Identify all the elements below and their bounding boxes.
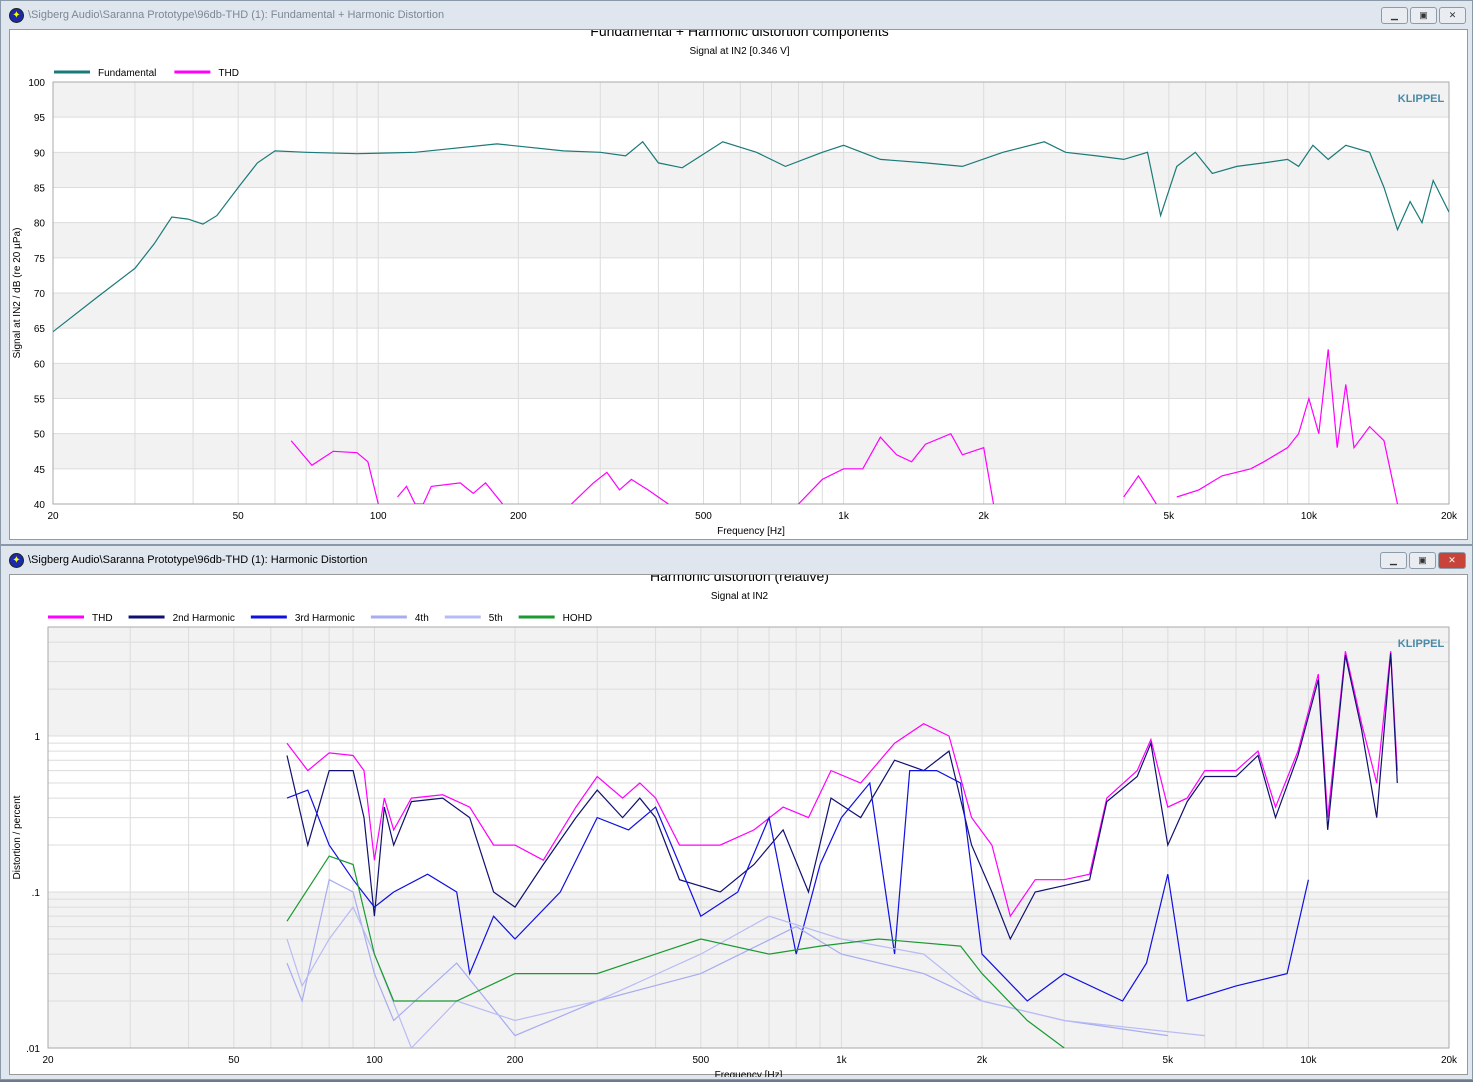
minimize-button[interactable]: ▁ <box>1381 7 1408 24</box>
grid-band <box>53 433 1449 469</box>
chart-title: Harmonic distortion (relative) <box>650 575 829 584</box>
x-tick-label: 200 <box>510 511 527 522</box>
x-axis-label: Frequency [Hz] <box>715 1070 783 1077</box>
y-tick-label: .01 <box>26 1044 40 1055</box>
maximize-button[interactable]: ▣ <box>1410 7 1437 24</box>
y-tick-label: 90 <box>34 148 46 159</box>
y-tick-label: 80 <box>34 219 46 230</box>
series-line-thd <box>570 471 669 504</box>
legend-label: 5th <box>489 613 503 624</box>
x-tick-label: 10k <box>1300 1055 1317 1066</box>
grid-band <box>53 293 1449 329</box>
y-axis-label: Distortion / percent <box>12 795 23 879</box>
x-tick-label: 2k <box>977 1055 989 1066</box>
x-tick-label: 200 <box>507 1055 524 1066</box>
legend-label: Fundamental <box>98 68 156 79</box>
grid-band <box>48 627 1449 737</box>
x-tick-label: 20k <box>1441 1055 1458 1066</box>
x-tick-label: 20k <box>1441 511 1458 522</box>
y-tick-label: 1 <box>34 732 40 743</box>
grid-band <box>48 892 1449 1048</box>
close-button[interactable]: ✕ <box>1438 552 1466 569</box>
y-tick-label: 95 <box>34 113 46 124</box>
y-tick-label: 45 <box>34 465 46 476</box>
title-bar[interactable]: ✦ \Sigberg Audio\Saranna Prototype\96db-… <box>1 546 1472 574</box>
y-tick-label: 60 <box>34 359 46 370</box>
series-line-thd <box>1123 474 1157 504</box>
klippel-logo: KLIPPEL <box>1398 93 1445 105</box>
x-tick-label: 20 <box>42 1055 54 1066</box>
y-tick-label: 100 <box>28 78 45 89</box>
x-tick-label: 500 <box>695 511 712 522</box>
window-title: \Sigberg Audio\Saranna Prototype\96db-TH… <box>28 554 368 566</box>
app-icon: ✦ <box>9 7 24 23</box>
legend-label: 3rd Harmonic <box>295 613 355 624</box>
y-tick-label: .1 <box>32 888 41 899</box>
x-tick-label: 2k <box>978 511 990 522</box>
x-tick-label: 5k <box>1163 1055 1175 1066</box>
title-bar[interactable]: ✦ \Sigberg Audio\Saranna Prototype\96db-… <box>1 1 1472 29</box>
y-tick-label: 40 <box>34 500 46 511</box>
grid-band <box>53 82 1449 118</box>
series-line-thd <box>397 482 504 504</box>
x-tick-label: 10k <box>1301 511 1318 522</box>
legend-label: THD <box>218 68 239 79</box>
x-axis-label: Frequency [Hz] <box>717 526 785 537</box>
app-icon: ✦ <box>9 552 24 568</box>
x-tick-label: 500 <box>692 1055 709 1066</box>
y-tick-label: 70 <box>34 289 46 300</box>
legend-label: THD <box>92 613 113 624</box>
close-button[interactable]: ✕ <box>1439 7 1466 24</box>
legend-label: 4th <box>415 613 429 624</box>
y-axis-label: Signal at IN2 / dB (re 20 µPa) <box>12 228 23 359</box>
window-title: \Sigberg Audio\Saranna Prototype\96db-TH… <box>28 9 445 21</box>
chart-subtitle: Signal at IN2 [0.346 V] <box>689 46 789 57</box>
y-tick-label: 50 <box>34 430 46 441</box>
y-tick-label: 65 <box>34 324 46 335</box>
chart-subtitle: Signal at IN2 <box>711 591 769 602</box>
x-tick-label: 1k <box>836 1055 848 1066</box>
legend-label: HOHD <box>563 613 592 624</box>
fundamental-window: ✦ \Sigberg Audio\Saranna Prototype\96db-… <box>0 0 1473 545</box>
x-tick-label: 50 <box>233 511 245 522</box>
minimize-button[interactable]: ▁ <box>1380 552 1407 569</box>
harmonic-window: ✦ \Sigberg Audio\Saranna Prototype\96db-… <box>0 545 1473 1081</box>
x-tick-label: 1k <box>838 511 850 522</box>
harmonic-chart: 20 50 100 200 500 1k 2k 5k 10k 20k .01 .1 1 Harmonic … <box>12 568 1458 1081</box>
grid-band <box>53 152 1449 188</box>
fundamental-chart: 20 50 100 200 500 1k 2k 5k 10k 20k 40 45 50 55 60 65 70 7… <box>12 23 1458 537</box>
grid-band <box>53 363 1449 399</box>
y-tick-label: 85 <box>34 184 46 195</box>
x-tick-label: 100 <box>366 1055 383 1066</box>
x-tick-label: 100 <box>370 511 387 522</box>
x-tick-label: 5k <box>1164 511 1176 522</box>
klippel-logo: KLIPPEL <box>1398 638 1445 650</box>
y-tick-label: 75 <box>34 254 46 265</box>
legend-label: 2nd Harmonic <box>173 613 235 624</box>
maximize-button[interactable]: ▣ <box>1409 552 1436 569</box>
chart-title: Fundamental + Harmonic distortion compon… <box>590 30 888 39</box>
x-tick-label: 50 <box>228 1055 240 1066</box>
grid-band <box>53 222 1449 258</box>
x-tick-label: 20 <box>47 511 59 522</box>
y-tick-label: 55 <box>34 395 46 406</box>
